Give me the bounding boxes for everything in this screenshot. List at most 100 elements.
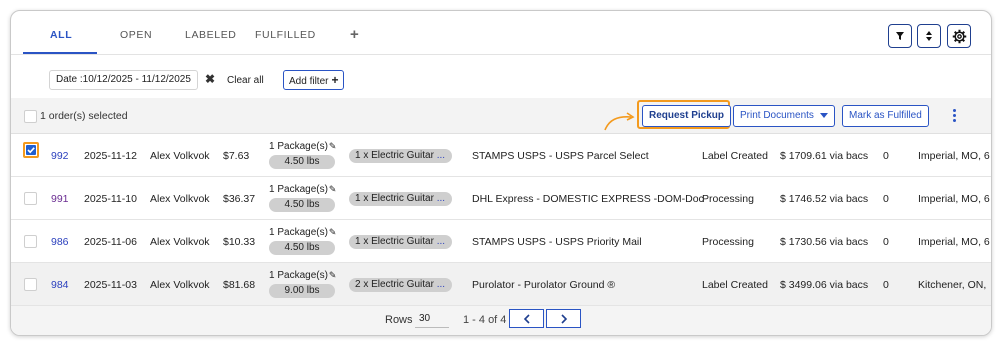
order-number-link[interactable]: 992 [51, 150, 69, 162]
select-all-checkbox[interactable] [24, 110, 37, 123]
page-range: 1 - 4 of 4 [463, 314, 507, 326]
date-filter-chip[interactable]: Date :10/12/2025 - 11/12/2025 [49, 70, 198, 90]
chevron-right-icon [560, 313, 567, 324]
payment-text: $ 3499.06 via bacs [780, 279, 869, 291]
shipping-cost: $7.63 [223, 150, 250, 162]
order-number-link[interactable]: 984 [51, 279, 69, 291]
table-row[interactable]: 992 2025-11-12 Alex Volkvok $7.63 1 Pack… [11, 134, 991, 177]
items-more: ... [436, 150, 446, 161]
package-count-text: 1 Package(s) [269, 227, 328, 238]
package-count: 1 Package(s)✎ [269, 270, 336, 281]
request-pickup-button[interactable]: Request Pickup [642, 105, 732, 127]
payment-text: $ 1709.61 via bacs [780, 150, 869, 162]
add-filter-button[interactable]: Add filter + [283, 70, 345, 90]
package-count: 1 Package(s)✎ [269, 227, 336, 238]
items-badge[interactable]: 2 x Electric Guitar ... [349, 278, 452, 292]
weight-badge: 9.00 lbs [269, 284, 335, 298]
sort-button[interactable] [917, 24, 941, 48]
count-value: 0 [883, 193, 889, 205]
row-checkbox[interactable] [24, 235, 37, 248]
pencil-icon[interactable]: ✎ [329, 227, 337, 237]
checkmark-icon [26, 145, 36, 155]
order-number-link[interactable]: 986 [51, 236, 69, 248]
curved-arrow-icon [604, 112, 635, 131]
shipping-service: Purolator - Purolator Ground ® [472, 279, 616, 291]
ship-to-location: Kitchener, ON, [918, 279, 987, 291]
count-value: 0 [883, 150, 889, 162]
package-count-text: 1 Package(s) [269, 141, 328, 152]
weight-badge: 4.50 lbs [269, 198, 335, 212]
rows-label: Rows [385, 314, 413, 326]
shipping-cost: $36.37 [223, 193, 256, 205]
table-row[interactable]: 991 2025-11-10 Alex Volkvok $36.37 1 Pac… [11, 177, 991, 220]
orders-panel: ALL OPEN LABELED FULFILLED + Date:10/12… [10, 10, 992, 336]
clear-all-link[interactable]: Clear all [227, 75, 264, 86]
payment-text: $ 1730.56 via bacs [780, 236, 869, 248]
customer-name: Alex Volkvok [150, 279, 210, 291]
customer-name: Alex Volkvok [150, 193, 210, 205]
items-more: ... [436, 279, 446, 290]
shipping-cost: $10.33 [223, 236, 256, 248]
tab-open[interactable]: OPEN [120, 29, 152, 41]
package-count-text: 1 Package(s) [269, 270, 328, 281]
order-number-link[interactable]: 991 [51, 193, 69, 205]
mark-fulfilled-button[interactable]: Mark as Fulfilled [842, 105, 929, 127]
pencil-icon[interactable]: ✎ [329, 270, 337, 280]
ship-to-location: Imperial, MO, 6 [918, 236, 990, 248]
chevron-left-icon [523, 313, 530, 324]
items-badge[interactable]: 1 x Electric Guitar ... [349, 192, 452, 206]
kebab-icon[interactable] [950, 108, 958, 124]
tab-all[interactable]: ALL [50, 29, 72, 41]
items-more: ... [436, 193, 446, 204]
payment-text: $ 1746.52 via bacs [780, 193, 869, 205]
row-checkbox[interactable] [24, 278, 37, 291]
caret-down-icon [819, 112, 828, 118]
items-text: 1 x Electric Guitar [355, 150, 434, 161]
settings-button[interactable] [947, 24, 971, 48]
package-count: 1 Package(s)✎ [269, 141, 336, 152]
pagination-bar: Rows 30 1 - 4 of 4 [11, 306, 991, 335]
prev-page-button[interactable] [509, 309, 544, 328]
table-row[interactable]: 986 2025-11-06 Alex Volkvok $10.33 1 Pac… [11, 220, 991, 263]
close-icon[interactable]: ✖ [205, 72, 215, 86]
pencil-icon[interactable]: ✎ [329, 141, 337, 151]
ship-to-location: Imperial, MO, 6 [918, 150, 990, 162]
count-value: 0 [883, 279, 889, 291]
tab-fulfilled[interactable]: FULFILLED [255, 29, 316, 41]
status-text: Processing [702, 236, 754, 248]
add-filter-label: Add filter [289, 76, 329, 87]
selection-count: 1 order(s) selected [40, 110, 128, 122]
order-date: 2025-11-10 [84, 193, 137, 205]
status-text: Processing [702, 193, 754, 205]
items-more: ... [436, 236, 446, 247]
items-badge[interactable]: 1 x Electric Guitar ... [349, 235, 452, 249]
pencil-icon[interactable]: ✎ [329, 184, 337, 194]
tab-bar: ALL OPEN LABELED FULFILLED + [11, 11, 991, 55]
print-documents-button[interactable]: Print Documents [733, 105, 835, 127]
order-date: 2025-11-06 [84, 236, 137, 248]
shipping-cost: $81.68 [223, 279, 256, 291]
status-text: Label Created [702, 279, 768, 291]
rows-per-page-select[interactable]: 30 [415, 310, 449, 328]
customer-name: Alex Volkvok [150, 150, 210, 162]
table-row[interactable]: 984 2025-11-03 Alex Volkvok $81.68 1 Pac… [11, 263, 991, 306]
items-badge[interactable]: 1 x Electric Guitar ... [349, 149, 452, 163]
tab-labeled[interactable]: LABELED [185, 29, 236, 41]
row-checkbox[interactable] [23, 142, 39, 158]
active-tab-indicator [23, 52, 97, 54]
items-text: 2 x Electric Guitar [355, 279, 434, 290]
shipping-service: DHL Express - DOMESTIC EXPRESS -DOM-Doc [472, 193, 704, 205]
filter-icon [896, 32, 904, 40]
row-checkbox[interactable] [24, 192, 37, 205]
items-text: 1 x Electric Guitar [355, 236, 434, 247]
weight-badge: 4.50 lbs [269, 155, 335, 169]
gear-icon [952, 29, 966, 43]
order-date: 2025-11-03 [84, 279, 137, 291]
print-documents-label: Print Documents [740, 110, 814, 121]
filter-button[interactable] [888, 24, 912, 48]
shipping-service: STAMPS USPS - USPS Priority Mail [472, 236, 642, 248]
status-text: Label Created [702, 150, 768, 162]
add-tab-button[interactable]: + [350, 26, 359, 43]
next-page-button[interactable] [546, 309, 581, 328]
package-count-text: 1 Package(s) [269, 184, 328, 195]
